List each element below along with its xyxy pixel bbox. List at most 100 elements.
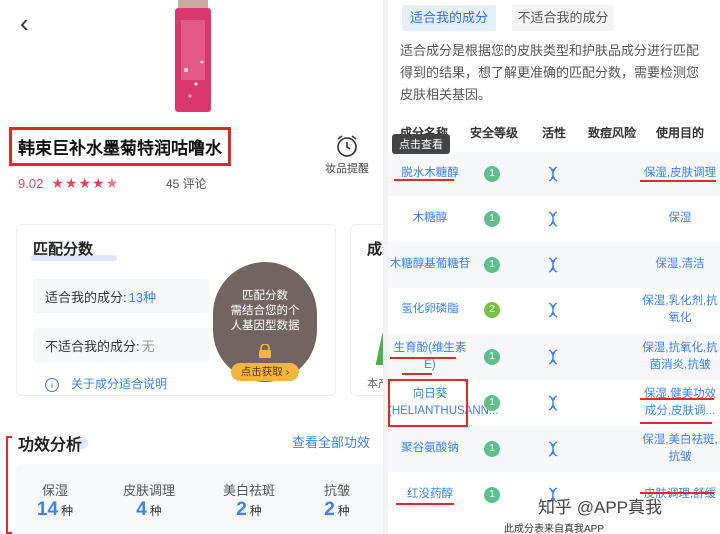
help-link-label: 关于成分适合说明 [71, 377, 168, 391]
gene-score-overlay: 匹配分数 需结合您的个 人基因型数据 点击获取 › [213, 262, 317, 382]
efficacy-label: 抗皱 [323, 483, 350, 498]
product-bottle-image [175, 0, 211, 112]
efficacy-summary: 保湿 14 种 皮肤调理 4种 美白祛斑 2种 抗皱 2种 [16, 464, 383, 534]
ingredient-name[interactable]: 氢化卵磷脂 [388, 301, 472, 318]
overlay-line-1: 匹配分数 [242, 290, 288, 302]
header-acne-risk: 致痘风险 [588, 126, 637, 140]
tab-unsuitable[interactable]: 不适合我的成分 [512, 5, 614, 31]
star-icon: ★ [78, 175, 91, 191]
efficacy-item-anti-wrinkle[interactable]: 抗皱 2种 [302, 480, 372, 521]
usage-purpose: 保湿,美白祛斑,抗皱 [642, 434, 718, 463]
ingredient-card-sub: 本产 [367, 378, 383, 390]
efficacy-title: 功效分析 [18, 437, 83, 454]
lock-icon [259, 344, 271, 358]
dna-icon [548, 257, 558, 273]
usage-purpose: 保湿,清洁 [655, 258, 705, 270]
dna-icon [548, 441, 558, 457]
review-count[interactable]: 45 评论 [166, 175, 207, 192]
safety-level-badge: 1 [484, 395, 500, 411]
dna-icon [548, 349, 558, 365]
back-arrow-icon[interactable]: ‹ [20, 8, 29, 39]
ingredient-name[interactable]: 红没药醇 [388, 486, 472, 503]
overlay-line-2: 需结合您的个 [230, 305, 300, 317]
safety-level-badge: 1 [484, 487, 500, 503]
annotation-underline [640, 422, 712, 424]
star-icon: ★ [92, 175, 105, 191]
header-activity: 活性 [542, 126, 567, 140]
suitable-value: 13种 [128, 289, 157, 305]
ingredient-name[interactable]: 聚谷氨酸钠 [388, 440, 472, 457]
usage-purpose: 保湿,乳化剂,抗氧化 [642, 295, 718, 324]
suitable-label: 适合我的成分: [45, 289, 127, 305]
unsuitable-ingredients-row[interactable]: 不适合我的成分: 无 [33, 328, 209, 362]
remind-button[interactable]: 妆品提醒 [322, 134, 372, 176]
annotation-underline [394, 179, 454, 181]
efficacy-highlight-box [6, 436, 12, 534]
header-safety: 安全等级 [470, 126, 519, 140]
usage-purpose: 保湿,健美功效成分,皮肤调... [643, 388, 717, 417]
star-icon: ★ [64, 175, 78, 191]
safety-level-badge: 1 [484, 441, 500, 457]
efficacy-label: 皮肤调理 [122, 483, 175, 498]
tab-suitable[interactable]: 适合我的成分 [402, 5, 496, 31]
efficacy-label: 保湿 [41, 483, 68, 498]
source-footer: 此成分表来自真我APP [503, 524, 604, 534]
usage-purpose: 保湿 [668, 212, 692, 224]
product-title: 韩束巨补水墨菊特润咕噜水 [18, 139, 222, 158]
efficacy-item-moisturize[interactable]: 保湿 14 种 [20, 480, 90, 521]
info-icon: i [45, 378, 59, 392]
get-score-button[interactable]: 点击获取 › [231, 363, 299, 381]
ingredient-name[interactable]: 木糖醇基葡糖苷 [388, 256, 472, 273]
annotation-underline [402, 373, 432, 375]
annotation-underline [390, 357, 456, 359]
rating-score: 9.02 [18, 176, 44, 191]
safety-level-badge: 1 [484, 257, 500, 273]
star-icon: ★ [51, 175, 64, 191]
dna-icon [548, 395, 558, 411]
efficacy-unit: 种 [249, 504, 262, 518]
safety-level-badge: 1 [484, 349, 500, 365]
usage-purpose: 保湿,抗氧化,抗菌消炎,抗皱 [642, 342, 718, 371]
zhihu-watermark: 知乎 @APP真我 [538, 498, 662, 517]
ingredient-row[interactable]: 脱水木糖醇 1 保湿,皮肤调理 [388, 152, 720, 196]
ingredient-help-link[interactable]: i 关于成分适合说明 [45, 375, 167, 392]
efficacy-item-skin-conditioning[interactable]: 皮肤调理 4种 [114, 480, 184, 521]
efficacy-unit: 种 [61, 504, 74, 518]
match-description: 适合成分是根据您的皮肤类型和护肤品成分进行匹配得到的结果，想了解更准确的匹配分数… [400, 43, 700, 102]
product-title-highlight: 韩束巨补水墨菊特润咕噜水 [9, 127, 231, 166]
safety-level-badge: 1 [484, 211, 500, 227]
suitable-ingredients-row[interactable]: 适合我的成分: 13种 [33, 279, 209, 313]
alarm-clock-icon [337, 135, 357, 157]
ingredient-card-partial: 成分 本产 [350, 224, 383, 396]
ingredient-card-title: 成分 [367, 241, 383, 258]
product-detail-panel: ‹ 韩束巨补水墨菊特润咕噜水 妆品提醒 9.02 ★ ★ ★ ★ ★ 45 评论… [0, 0, 383, 534]
efficacy-count: 4 [136, 499, 147, 520]
dna-icon [548, 302, 558, 318]
ingredient-list-panel: 适合我的成分 不适合我的成分 适合成分是根据您的皮肤类型和护肤品成分进行匹配得到… [388, 0, 720, 534]
efficacy-unit: 种 [337, 504, 350, 518]
dna-icon [548, 211, 558, 227]
efficacy-count: 2 [236, 499, 247, 520]
ingredient-name[interactable]: 木糖醇 [388, 210, 472, 227]
unsuitable-label: 不适合我的成分: [45, 338, 140, 354]
ingredient-row[interactable]: 木糖醇 1 保湿 [388, 198, 720, 240]
header-purpose: 使用目的 [656, 126, 705, 140]
annotation-underline [396, 503, 454, 505]
dna-icon [548, 166, 558, 182]
green-chart-mark [375, 333, 383, 365]
ingredient-row[interactable]: 氢化卵磷脂 2 保湿,乳化剂,抗氧化 [388, 288, 720, 332]
view-all-efficacy-link[interactable]: 查看全部功效 [292, 432, 370, 451]
match-card-title: 匹配分数 [33, 241, 94, 258]
efficacy-count: 2 [324, 499, 335, 520]
overlay-line-3: 人基因型数据 [230, 320, 300, 332]
ingredient-row[interactable]: 聚谷氨酸钠 1 保湿,美白祛斑,抗皱 [388, 426, 720, 472]
half-star-icon: ★ [105, 175, 119, 191]
efficacy-unit: 种 [149, 504, 162, 518]
click-to-view-tooltip: 点击查看 [392, 134, 450, 154]
efficacy-count: 14 [36, 499, 59, 520]
annotation-underline [640, 398, 714, 400]
efficacy-label: 美白祛斑 [222, 483, 275, 498]
efficacy-item-whitening[interactable]: 美白祛斑 2种 [214, 480, 284, 521]
annotation-underline [640, 180, 716, 182]
ingredient-row[interactable]: 木糖醇基葡糖苷 1 保湿,清洁 [388, 242, 720, 288]
